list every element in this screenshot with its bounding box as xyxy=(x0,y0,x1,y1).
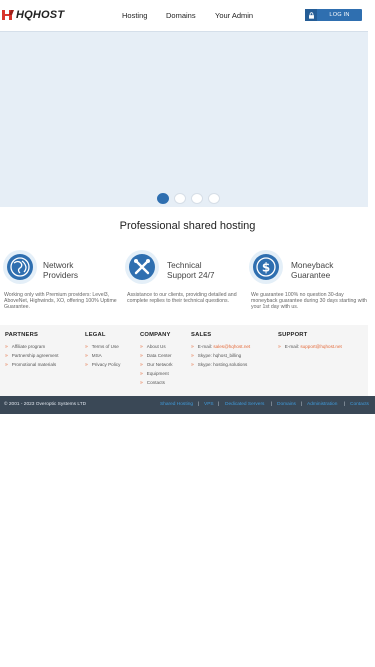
footer-link-about[interactable]: » About Us xyxy=(140,344,166,350)
footer-link-promotional[interactable]: » Promotional materials xyxy=(5,362,56,368)
double-arrow-icon: » xyxy=(191,362,194,368)
footer-heading-legal: LEGAL xyxy=(85,332,106,338)
bottom-link-domains[interactable]: Domains xyxy=(277,402,296,407)
double-arrow-icon: » xyxy=(140,344,143,350)
footer-link-network[interactable]: » Our Network xyxy=(140,362,173,368)
footer-link-partnership[interactable]: » Partnership agreement xyxy=(5,353,59,359)
slider-dot-1[interactable] xyxy=(157,193,169,204)
bottom-link-vps[interactable]: VPS xyxy=(204,402,214,407)
footer-link-privacy[interactable]: » Privacy Policy xyxy=(85,362,120,368)
feature-network-desc: Working only with Premium providers: Lev… xyxy=(4,292,117,310)
footer-link-equipment[interactable]: » Equipment xyxy=(140,371,169,377)
bottom-link-contacts[interactable]: Contacts xyxy=(350,402,369,407)
footer-heading-sales: SALES xyxy=(191,332,212,338)
feature-moneyback-desc: We guarantee 100% no question 30-day mon… xyxy=(251,292,367,310)
footer-links: PARTNERS » Affiliate program » Partnership… xyxy=(0,325,368,396)
double-arrow-icon: » xyxy=(5,353,8,359)
copyright: © 2001 - 2023 Overoptic Systems LTD xyxy=(4,402,87,407)
separator: | xyxy=(198,402,200,407)
tools-icon xyxy=(125,250,159,284)
double-arrow-icon: » xyxy=(85,344,88,350)
double-arrow-icon: » xyxy=(140,362,143,368)
footer-link-msa[interactable]: » MSA xyxy=(85,353,102,359)
feature-support-desc: Assistance to our clients, providing det… xyxy=(127,292,237,304)
login-label: LOG IN xyxy=(329,12,350,18)
slider-dots xyxy=(0,193,375,204)
footer-link-terms[interactable]: » Terms of Use xyxy=(85,344,119,350)
bottom-link-administration[interactable]: Administration xyxy=(307,402,337,407)
double-arrow-icon: » xyxy=(140,371,143,377)
footer-sales-email[interactable]: » E-mail: sales@hqhost.net xyxy=(191,344,250,350)
login-button[interactable]: LOG IN xyxy=(305,9,362,21)
footer-link-contacts[interactable]: » Contacts xyxy=(140,380,165,386)
nav-domains[interactable]: Domains xyxy=(166,11,196,20)
dollar-icon: $ xyxy=(249,250,283,284)
hero-slider xyxy=(0,31,368,207)
double-arrow-icon: » xyxy=(85,362,88,368)
separator: | xyxy=(271,402,273,407)
footer-link-affiliate[interactable]: » Affiliate program xyxy=(5,344,45,350)
globe-icon xyxy=(3,250,37,284)
separator: | xyxy=(344,402,346,407)
bottom-link-shared-hosting[interactable]: Shared Hosting xyxy=(160,402,193,407)
slider-dot-2[interactable] xyxy=(174,193,186,204)
nav-your-admin[interactable]: Your Admin xyxy=(215,11,253,20)
double-arrow-icon: » xyxy=(140,353,143,359)
feature-moneyback-title: Moneyback Guarantee xyxy=(291,260,334,280)
separator: | xyxy=(218,402,220,407)
footer-heading-partners: PARTNERS xyxy=(5,332,39,338)
double-arrow-icon: » xyxy=(5,344,8,350)
footer-link-datacenter[interactable]: » Data Center xyxy=(140,353,172,359)
site-header: HQHOST Hosting Domains Your Admin LOG IN xyxy=(0,0,375,31)
separator: | xyxy=(301,402,303,407)
section-title: Professional shared hosting xyxy=(119,220,256,232)
footer-heading-company: COMPANY xyxy=(140,332,171,338)
lock-icon xyxy=(305,9,317,21)
slider-dot-4[interactable] xyxy=(208,193,220,204)
bottom-link-dedicated[interactable]: Dedicated Servers xyxy=(225,402,264,407)
feature-network-title: Network Providers xyxy=(43,260,79,280)
footer-heading-support: SUPPORT xyxy=(278,332,308,338)
slider-dot-3[interactable] xyxy=(191,193,203,204)
double-arrow-icon: » xyxy=(191,353,194,359)
bottom-bar: © 2001 - 2023 Overoptic Systems LTD Shar… xyxy=(0,396,375,414)
double-arrow-icon: » xyxy=(140,380,143,386)
nav-hosting[interactable]: Hosting xyxy=(122,11,147,20)
footer-support-email[interactable]: » E-mail: support@hqhost.net xyxy=(278,344,342,350)
svg-text:$: $ xyxy=(262,261,270,275)
footer-sales-skype-billing[interactable]: » Skype: hqhost_billing xyxy=(191,353,241,359)
double-arrow-icon: » xyxy=(191,344,194,350)
double-arrow-icon: » xyxy=(85,353,88,359)
footer-sales-skype-solutions[interactable]: » Skype: hosting.solutions xyxy=(191,362,247,368)
feature-support-title: Technical Support 24/7 xyxy=(167,260,215,280)
double-arrow-icon: » xyxy=(278,344,281,350)
double-arrow-icon: » xyxy=(5,362,8,368)
